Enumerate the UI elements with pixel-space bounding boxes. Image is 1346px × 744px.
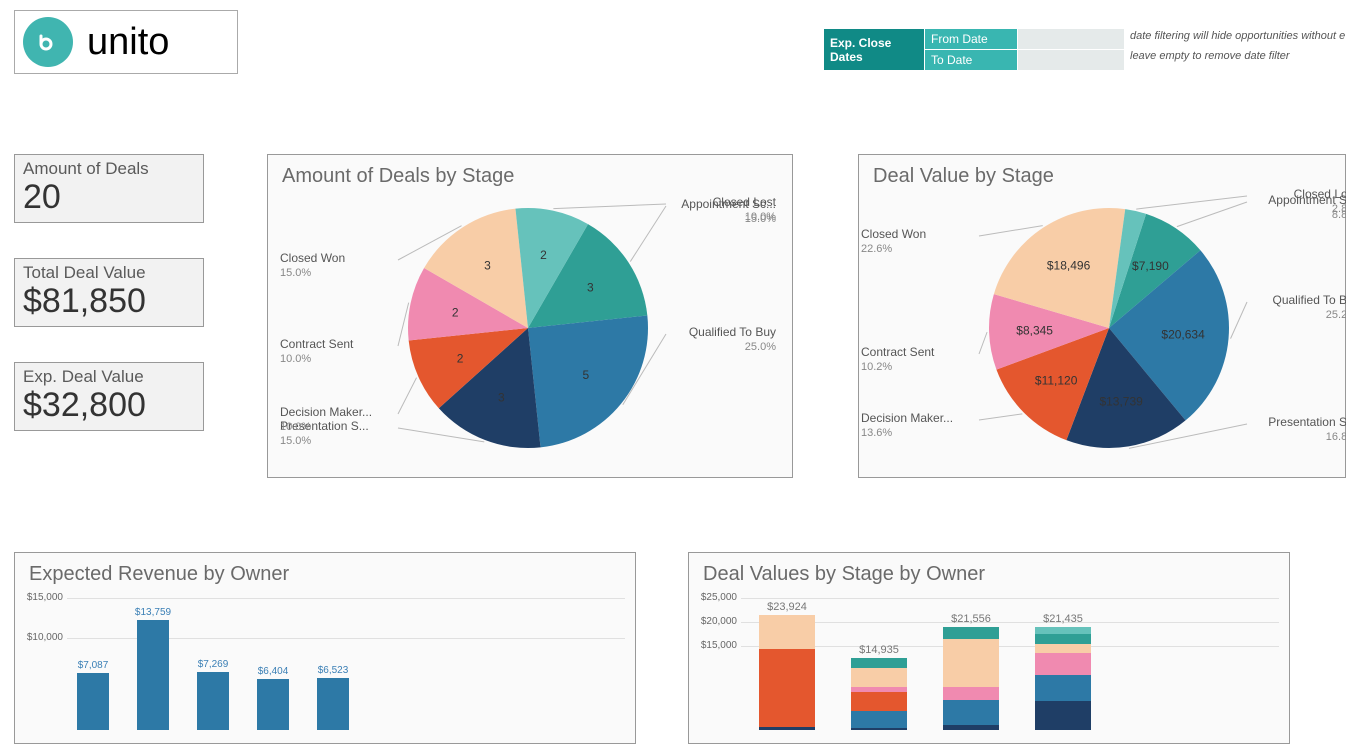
pie-inner-value: $18,496: [1047, 259, 1091, 273]
filter-note-1: date filtering will hide opportunities w…: [1130, 30, 1345, 42]
kpi-total-value: $81,850: [23, 283, 195, 320]
date-filter-label: Exp. Close Dates: [824, 29, 925, 71]
stack-segment: [851, 692, 907, 711]
bar-value-label: $7,269: [198, 659, 229, 670]
date-filter: Exp. Close Dates From Date To Date: [823, 28, 1125, 71]
pie-inner-value: 2: [457, 351, 464, 365]
pie-inner-value: $7,190: [1132, 259, 1169, 273]
stack-segment: [943, 700, 999, 725]
stack-segment: [759, 615, 815, 649]
stack-segment: [759, 649, 815, 726]
logo-text: unito: [87, 21, 169, 64]
kpi-exp: Exp. Deal Value $32,800: [14, 362, 204, 431]
kpi-total: Total Deal Value $81,850: [14, 258, 204, 327]
pie-outer-label: Decision Maker...10.0%: [280, 406, 372, 434]
to-date-input[interactable]: [1018, 50, 1125, 71]
pie-inner-value: $20,634: [1161, 327, 1205, 341]
stack-segment: [943, 627, 999, 639]
pie-inner-value: 3: [484, 259, 491, 273]
chart-bar-stacked: Deal Values by Stage by Owner $25,000 $20…: [688, 552, 1290, 744]
pie-outer-label: Contract Sent10.2%: [861, 346, 934, 374]
chart-pie-deals-title: Amount of Deals by Stage: [282, 165, 792, 188]
pie-inner-value: $8,345: [1016, 324, 1053, 338]
kpi-exp-value: $32,800: [23, 387, 195, 424]
bar: $6,523: [317, 678, 349, 730]
logo: unito: [14, 10, 238, 74]
stack-segment: [851, 711, 907, 728]
kpi-deals: Amount of Deals 20: [14, 154, 204, 223]
pie-outer-label: Presentation S...16.8%: [1247, 416, 1346, 444]
stack-total-label: $21,435: [1043, 613, 1083, 625]
stacked-bar: $23,924: [759, 615, 815, 730]
stack-total-label: $14,935: [859, 644, 899, 656]
y-tick: $25,000: [695, 592, 737, 603]
stack-segment: [1035, 627, 1091, 634]
bar-value-label: $6,523: [318, 665, 349, 676]
y-tick: $15,000: [21, 592, 63, 603]
bar-value-label: $13,759: [135, 607, 171, 618]
stack-segment: [1035, 675, 1091, 701]
chart-pie-value: Deal Value by Stage $7,190 $20,634 $13,739…: [858, 154, 1346, 478]
pie-outer-label: Closed Lost10.0%: [666, 196, 776, 224]
y-tick: $20,000: [695, 616, 737, 627]
y-tick: $10,000: [21, 632, 63, 643]
kpi-deals-value: 20: [23, 179, 195, 216]
y-tick: $15,000: [695, 640, 737, 651]
pie-outer-label: Closed Won22.6%: [861, 228, 926, 256]
stacked-bar: $14,935: [851, 658, 907, 730]
bar-value-label: $6,404: [258, 666, 289, 677]
chart-bar-stacked-title: Deal Values by Stage by Owner: [703, 563, 1289, 586]
stack-segment: [1035, 701, 1091, 730]
stacked-bar: $21,435: [1035, 627, 1091, 730]
pie-inner-value: 2: [540, 248, 547, 262]
pie-inner-value: 2: [452, 306, 459, 320]
bar: $7,269: [197, 672, 229, 730]
chart-bar-revenue: Expected Revenue by Owner $15,000 $10,000…: [14, 552, 636, 744]
kpi-deals-label: Amount of Deals: [23, 159, 195, 179]
stack-total-label: $23,924: [767, 601, 807, 613]
from-date-input[interactable]: [1018, 29, 1125, 50]
pie-inner-value: $11,120: [1035, 373, 1078, 387]
stack-segment: [759, 727, 815, 730]
filter-note-2: leave empty to remove date filter: [1130, 50, 1290, 62]
stack-segment: [851, 728, 907, 730]
pie-outer-label: Qualified To Buy25.0%: [666, 326, 776, 354]
pie-outer-label: Closed Lost2.8%: [1247, 188, 1346, 216]
chart-pie-value-title: Deal Value by Stage: [873, 165, 1345, 188]
to-date-label: To Date: [925, 50, 1018, 71]
stack-segment: [851, 658, 907, 668]
bar: $6,404: [257, 679, 289, 730]
stack-total-label: $21,556: [951, 613, 991, 625]
stack-segment: [943, 639, 999, 687]
chart-bar-revenue-title: Expected Revenue by Owner: [29, 563, 635, 586]
pie-inner-value: 5: [582, 368, 589, 382]
pie-outer-label: Decision Maker...13.6%: [861, 412, 953, 440]
stack-segment: [851, 668, 907, 687]
logo-icon: [23, 17, 73, 67]
stacked-bar: $21,556: [943, 627, 999, 730]
bar: $7,087: [77, 673, 109, 730]
pie-outer-label: Contract Sent10.0%: [280, 338, 353, 366]
from-date-label: From Date: [925, 29, 1018, 50]
stack-segment: [1035, 653, 1091, 675]
chart-pie-deals: Amount of Deals by Stage 3532232Appointm…: [267, 154, 793, 478]
pie-outer-label: Qualified To B...25.2%: [1247, 294, 1346, 322]
kpi-exp-label: Exp. Deal Value: [23, 367, 195, 387]
bar: $13,759: [137, 620, 169, 730]
pie-inner-value: $13,739: [1099, 394, 1143, 408]
stack-segment: [1035, 634, 1091, 643]
stack-segment: [943, 687, 999, 700]
bar-value-label: $7,087: [78, 660, 109, 671]
stack-segment: [943, 725, 999, 730]
stack-segment: [1035, 644, 1091, 654]
kpi-total-label: Total Deal Value: [23, 263, 195, 283]
pie-outer-label: Closed Won15.0%: [280, 252, 345, 280]
pie-inner-value: 3: [498, 390, 505, 404]
pie-inner-value: 3: [587, 280, 594, 294]
